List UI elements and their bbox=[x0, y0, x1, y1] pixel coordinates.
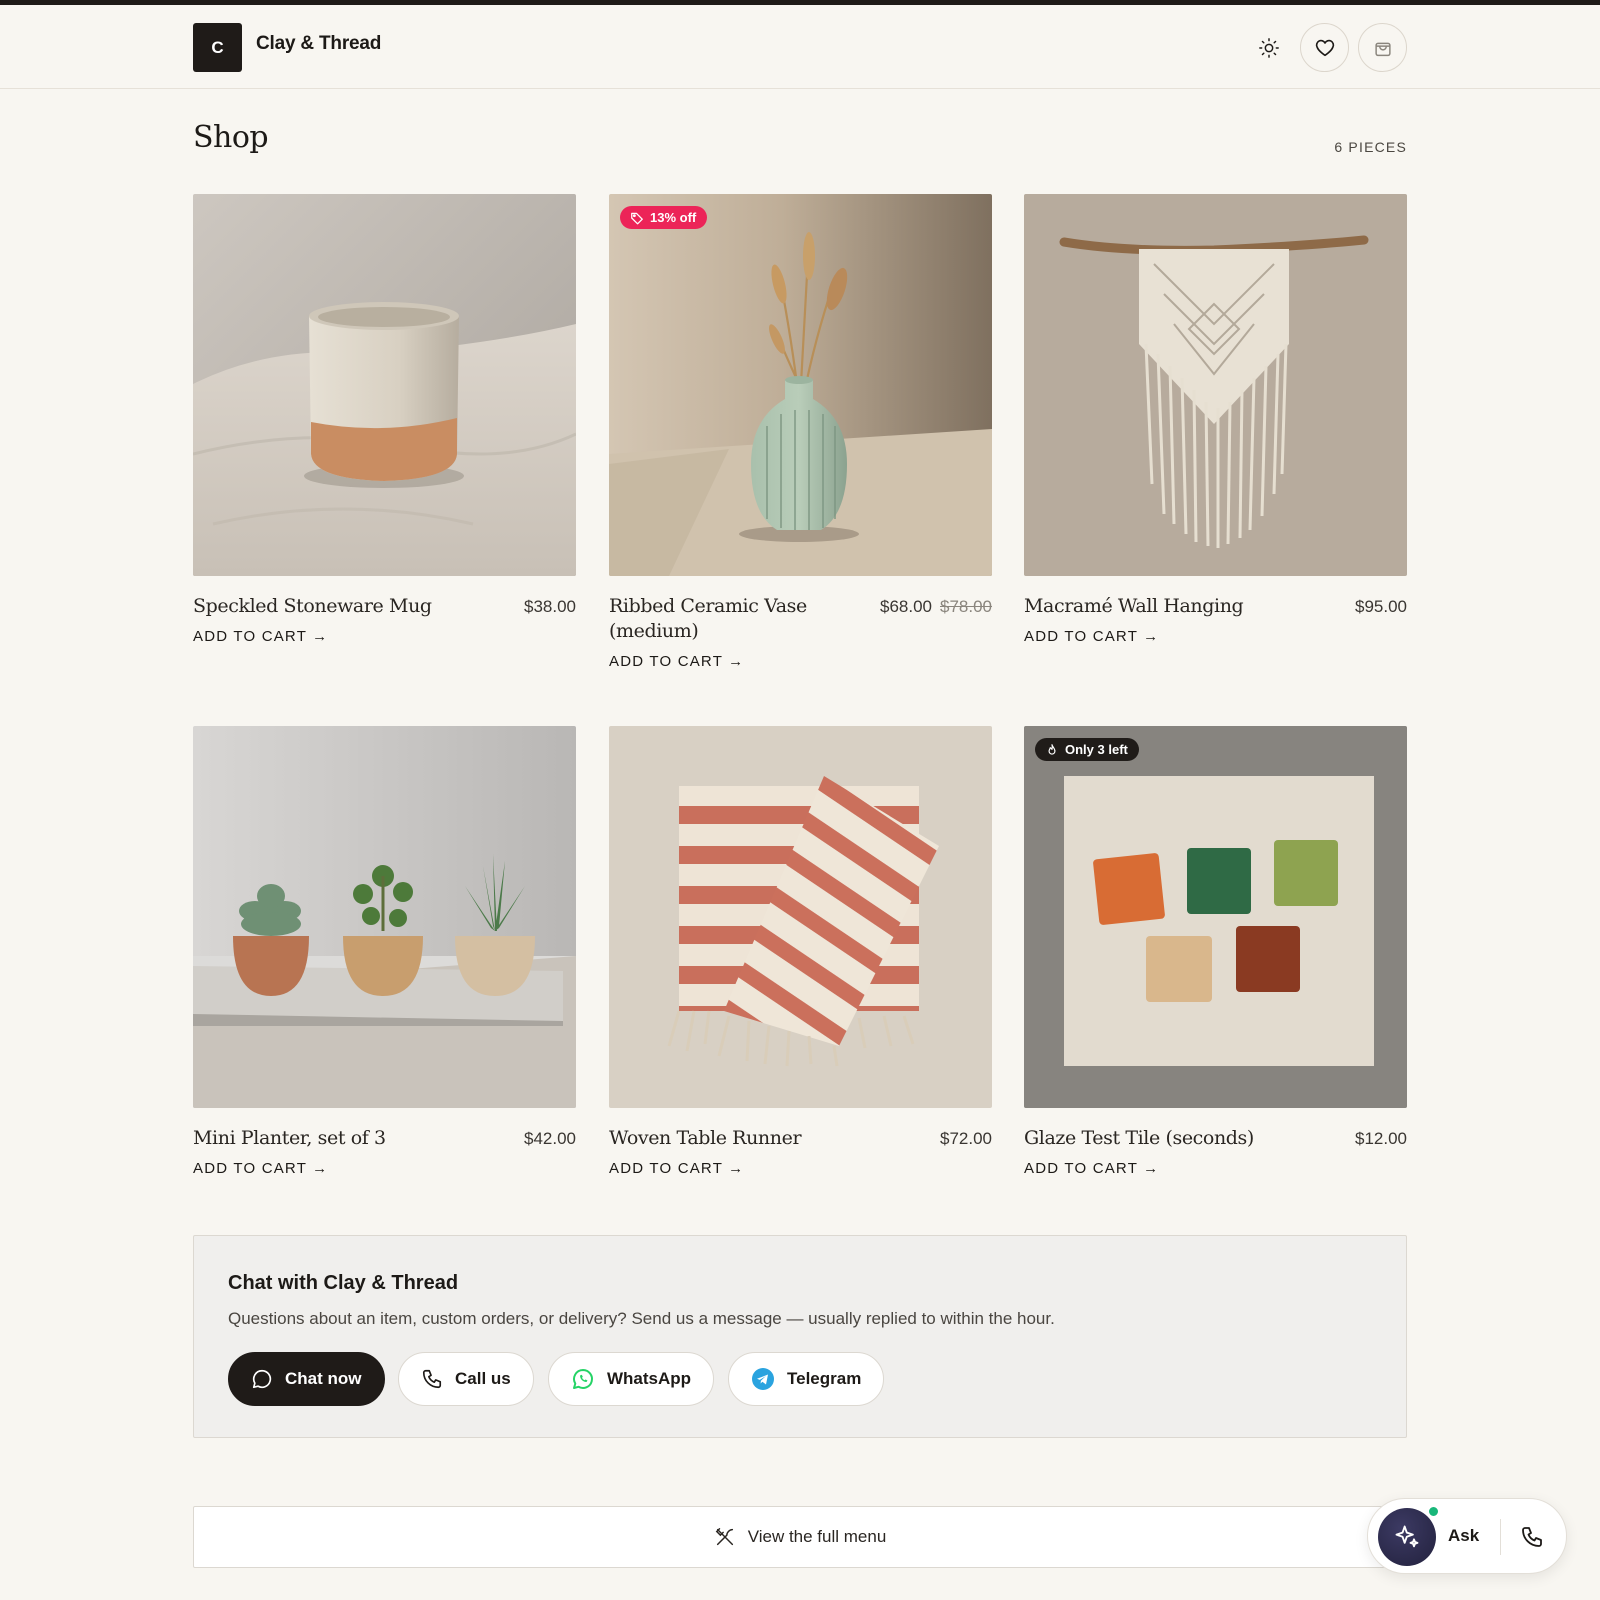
brand-name[interactable]: Clay & Thread bbox=[256, 33, 381, 55]
chat-subtitle: Questions about an item, custom orders, … bbox=[228, 1309, 1055, 1328]
badge-text: Only 3 left bbox=[1065, 742, 1128, 757]
call-us-button[interactable]: Call us bbox=[398, 1352, 534, 1406]
product-image-planters[interactable] bbox=[193, 726, 576, 1108]
product-image-glaze-tiles[interactable]: Only 3 left bbox=[1024, 726, 1407, 1108]
online-status-dot bbox=[1427, 1505, 1440, 1518]
product-name[interactable]: Macramé Wall Hanging bbox=[1024, 594, 1244, 619]
product-name[interactable]: Woven Table Runner bbox=[609, 1126, 802, 1151]
add-to-cart-button[interactable]: ADD TO CART → bbox=[1024, 628, 1159, 645]
flame-icon bbox=[1048, 743, 1056, 755]
product-price: $12.00 bbox=[1355, 1129, 1407, 1148]
call-us-label: Call us bbox=[455, 1369, 511, 1388]
product-name[interactable]: Glaze Test Tile (seconds) bbox=[1024, 1126, 1254, 1151]
telegram-label: Telegram bbox=[787, 1369, 862, 1388]
add-to-cart-button[interactable]: ADD TO CART → bbox=[1024, 1160, 1159, 1177]
product-card: Mini Planter, set of 3 $42.00 ADD TO CAR… bbox=[193, 726, 576, 1178]
whatsapp-icon bbox=[573, 1369, 593, 1389]
chat-now-label: Chat now bbox=[285, 1369, 362, 1388]
product-name[interactable]: Ribbed Ceramic Vase (medium) bbox=[609, 594, 859, 644]
heart-icon bbox=[1315, 39, 1334, 56]
chat-now-button[interactable]: Chat now bbox=[228, 1352, 385, 1406]
cart-button[interactable] bbox=[1358, 23, 1407, 72]
discount-badge: 13% off bbox=[620, 206, 708, 229]
product-image-mug[interactable] bbox=[193, 194, 576, 576]
chat-title: Chat with Clay & Thread bbox=[228, 1272, 459, 1294]
sparkles-icon bbox=[1395, 1525, 1419, 1548]
product-price: $72.00 bbox=[940, 1129, 992, 1148]
original-price: $78.00 bbox=[940, 597, 992, 616]
utensils-icon bbox=[715, 1528, 733, 1546]
product-card: Only 3 left Glaze Test Tile (seconds) $1… bbox=[1024, 726, 1407, 1178]
assistant-widget: Ask bbox=[1367, 1498, 1567, 1574]
product-card: Woven Table Runner $72.00 ADD TO CART → bbox=[609, 726, 992, 1178]
stock-badge: Only 3 left bbox=[1035, 738, 1139, 761]
add-to-cart-button[interactable]: ADD TO CART → bbox=[609, 1160, 744, 1177]
shopping-bag-icon bbox=[1374, 42, 1391, 56]
phone-icon bbox=[1522, 1527, 1542, 1547]
divider bbox=[1500, 1519, 1501, 1555]
item-count: 6 PIECES bbox=[1334, 139, 1407, 155]
phone-icon bbox=[422, 1369, 442, 1389]
product-name[interactable]: Mini Planter, set of 3 bbox=[193, 1126, 386, 1151]
product-image-vase[interactable]: 13% off bbox=[609, 194, 992, 576]
product-price: $68.00 $78.00 bbox=[880, 594, 992, 619]
sun-icon bbox=[1258, 37, 1279, 58]
theme-toggle-button[interactable] bbox=[1244, 23, 1293, 72]
product-price: $95.00 bbox=[1355, 597, 1407, 616]
telegram-icon bbox=[752, 1368, 774, 1390]
product-image-table-runner[interactable] bbox=[609, 726, 992, 1108]
add-to-cart-button[interactable]: ADD TO CART → bbox=[193, 1160, 328, 1177]
view-full-menu-button[interactable]: View the full menu bbox=[193, 1506, 1407, 1568]
view-full-menu-label: View the full menu bbox=[747, 1527, 887, 1546]
ask-assistant-button[interactable] bbox=[1378, 1508, 1436, 1566]
product-name[interactable]: Speckled Stoneware Mug bbox=[193, 594, 432, 619]
telegram-button[interactable]: Telegram bbox=[728, 1352, 885, 1406]
product-card: Macramé Wall Hanging $95.00 ADD TO CART … bbox=[1024, 194, 1407, 646]
product-image-macrame[interactable] bbox=[1024, 194, 1407, 576]
wishlist-button[interactable] bbox=[1300, 23, 1349, 72]
quick-call-button[interactable] bbox=[1518, 1523, 1546, 1551]
badge-text: 13% off bbox=[650, 210, 697, 225]
product-price: $42.00 bbox=[524, 1129, 576, 1148]
product-card: Speckled Stoneware Mug $38.00 ADD TO CAR… bbox=[193, 194, 576, 646]
product-card: 13% off Ribbed Ceramic Vase (medium) $68… bbox=[609, 194, 992, 671]
add-to-cart-button[interactable]: ADD TO CART → bbox=[609, 653, 744, 670]
add-to-cart-button[interactable]: ADD TO CART → bbox=[193, 628, 328, 645]
chat-contact-card: Chat with Clay & Thread Questions about … bbox=[193, 1235, 1407, 1438]
page-title: Shop bbox=[193, 120, 269, 155]
ask-label[interactable]: Ask bbox=[1448, 1526, 1479, 1546]
logo-mark[interactable]: C bbox=[193, 23, 242, 72]
whatsapp-label: WhatsApp bbox=[607, 1369, 692, 1388]
sale-price: $68.00 bbox=[880, 597, 932, 616]
product-price: $38.00 bbox=[524, 597, 576, 616]
whatsapp-button[interactable]: WhatsApp bbox=[548, 1352, 715, 1406]
site-header: C Clay & Thread bbox=[0, 5, 1600, 89]
tag-icon bbox=[631, 212, 643, 224]
chat-bubble-icon bbox=[252, 1369, 272, 1389]
